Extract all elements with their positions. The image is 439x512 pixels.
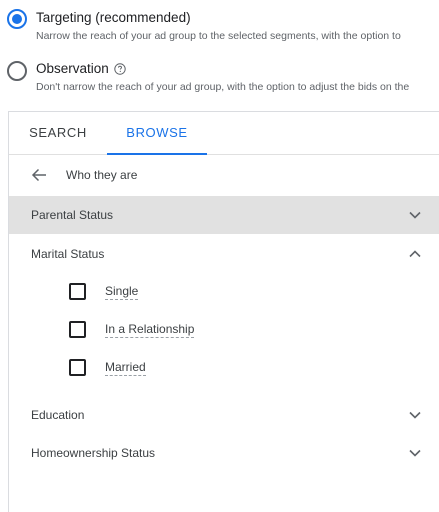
tab-search[interactable]: SEARCH	[9, 112, 107, 154]
option-label[interactable]: Married	[105, 360, 146, 376]
option-single[interactable]: Single	[9, 273, 439, 311]
category-label: Parental Status	[31, 208, 114, 222]
option-married[interactable]: Married	[9, 349, 439, 387]
checkbox[interactable]	[69, 283, 86, 300]
breadcrumb: Who they are	[9, 155, 439, 195]
category-marital-status[interactable]: Marital Status	[9, 235, 439, 273]
checkbox[interactable]	[69, 359, 86, 376]
option-label[interactable]: Single	[105, 284, 139, 300]
targeting-description: Narrow the reach of your ad group to the…	[36, 30, 401, 42]
tab-search-label: SEARCH	[29, 125, 87, 140]
observation-description: Don't narrow the reach of your ad group,…	[36, 81, 410, 93]
category-education[interactable]: Education	[9, 396, 439, 434]
category-label: Education	[31, 408, 85, 422]
checkbox[interactable]	[69, 321, 86, 338]
category-parental-status[interactable]: Parental Status	[9, 196, 439, 234]
help-icon[interactable]	[114, 62, 126, 75]
observation-option[interactable]: Observation Don't narrow the reach of yo…	[0, 56, 439, 100]
radio-dot	[12, 14, 22, 24]
browse-panel: SEARCH BROWSE Who they are Parental Stat…	[8, 111, 439, 512]
category-label: Marital Status	[31, 247, 105, 261]
audience-targeting-panel: Targeting (recommended) Narrow the reach…	[0, 0, 439, 512]
option-in-a-relationship[interactable]: In a Relationship	[9, 311, 439, 349]
targeting-radio[interactable]	[7, 9, 27, 29]
targeting-option[interactable]: Targeting (recommended) Narrow the reach…	[0, 0, 439, 52]
category-homeownership-status[interactable]: Homeownership Status	[9, 434, 439, 472]
tab-browse-label: BROWSE	[126, 125, 188, 140]
option-label[interactable]: In a Relationship	[105, 322, 195, 338]
observation-radio[interactable]	[7, 61, 27, 81]
observation-title-wrap: Observation	[36, 61, 126, 76]
tab-browse[interactable]: BROWSE	[107, 112, 207, 155]
targeting-title: Targeting (recommended)	[36, 10, 191, 25]
chevron-down-icon	[409, 411, 421, 419]
chevron-down-icon	[409, 211, 421, 219]
observation-title: Observation	[36, 61, 109, 76]
category-label: Homeownership Status	[31, 446, 156, 460]
breadcrumb-label: Who they are	[66, 168, 138, 182]
arrow-back-icon[interactable]	[31, 167, 47, 183]
chevron-up-icon	[409, 250, 421, 258]
chevron-down-icon	[409, 449, 421, 457]
tab-bar: SEARCH BROWSE	[9, 112, 439, 155]
